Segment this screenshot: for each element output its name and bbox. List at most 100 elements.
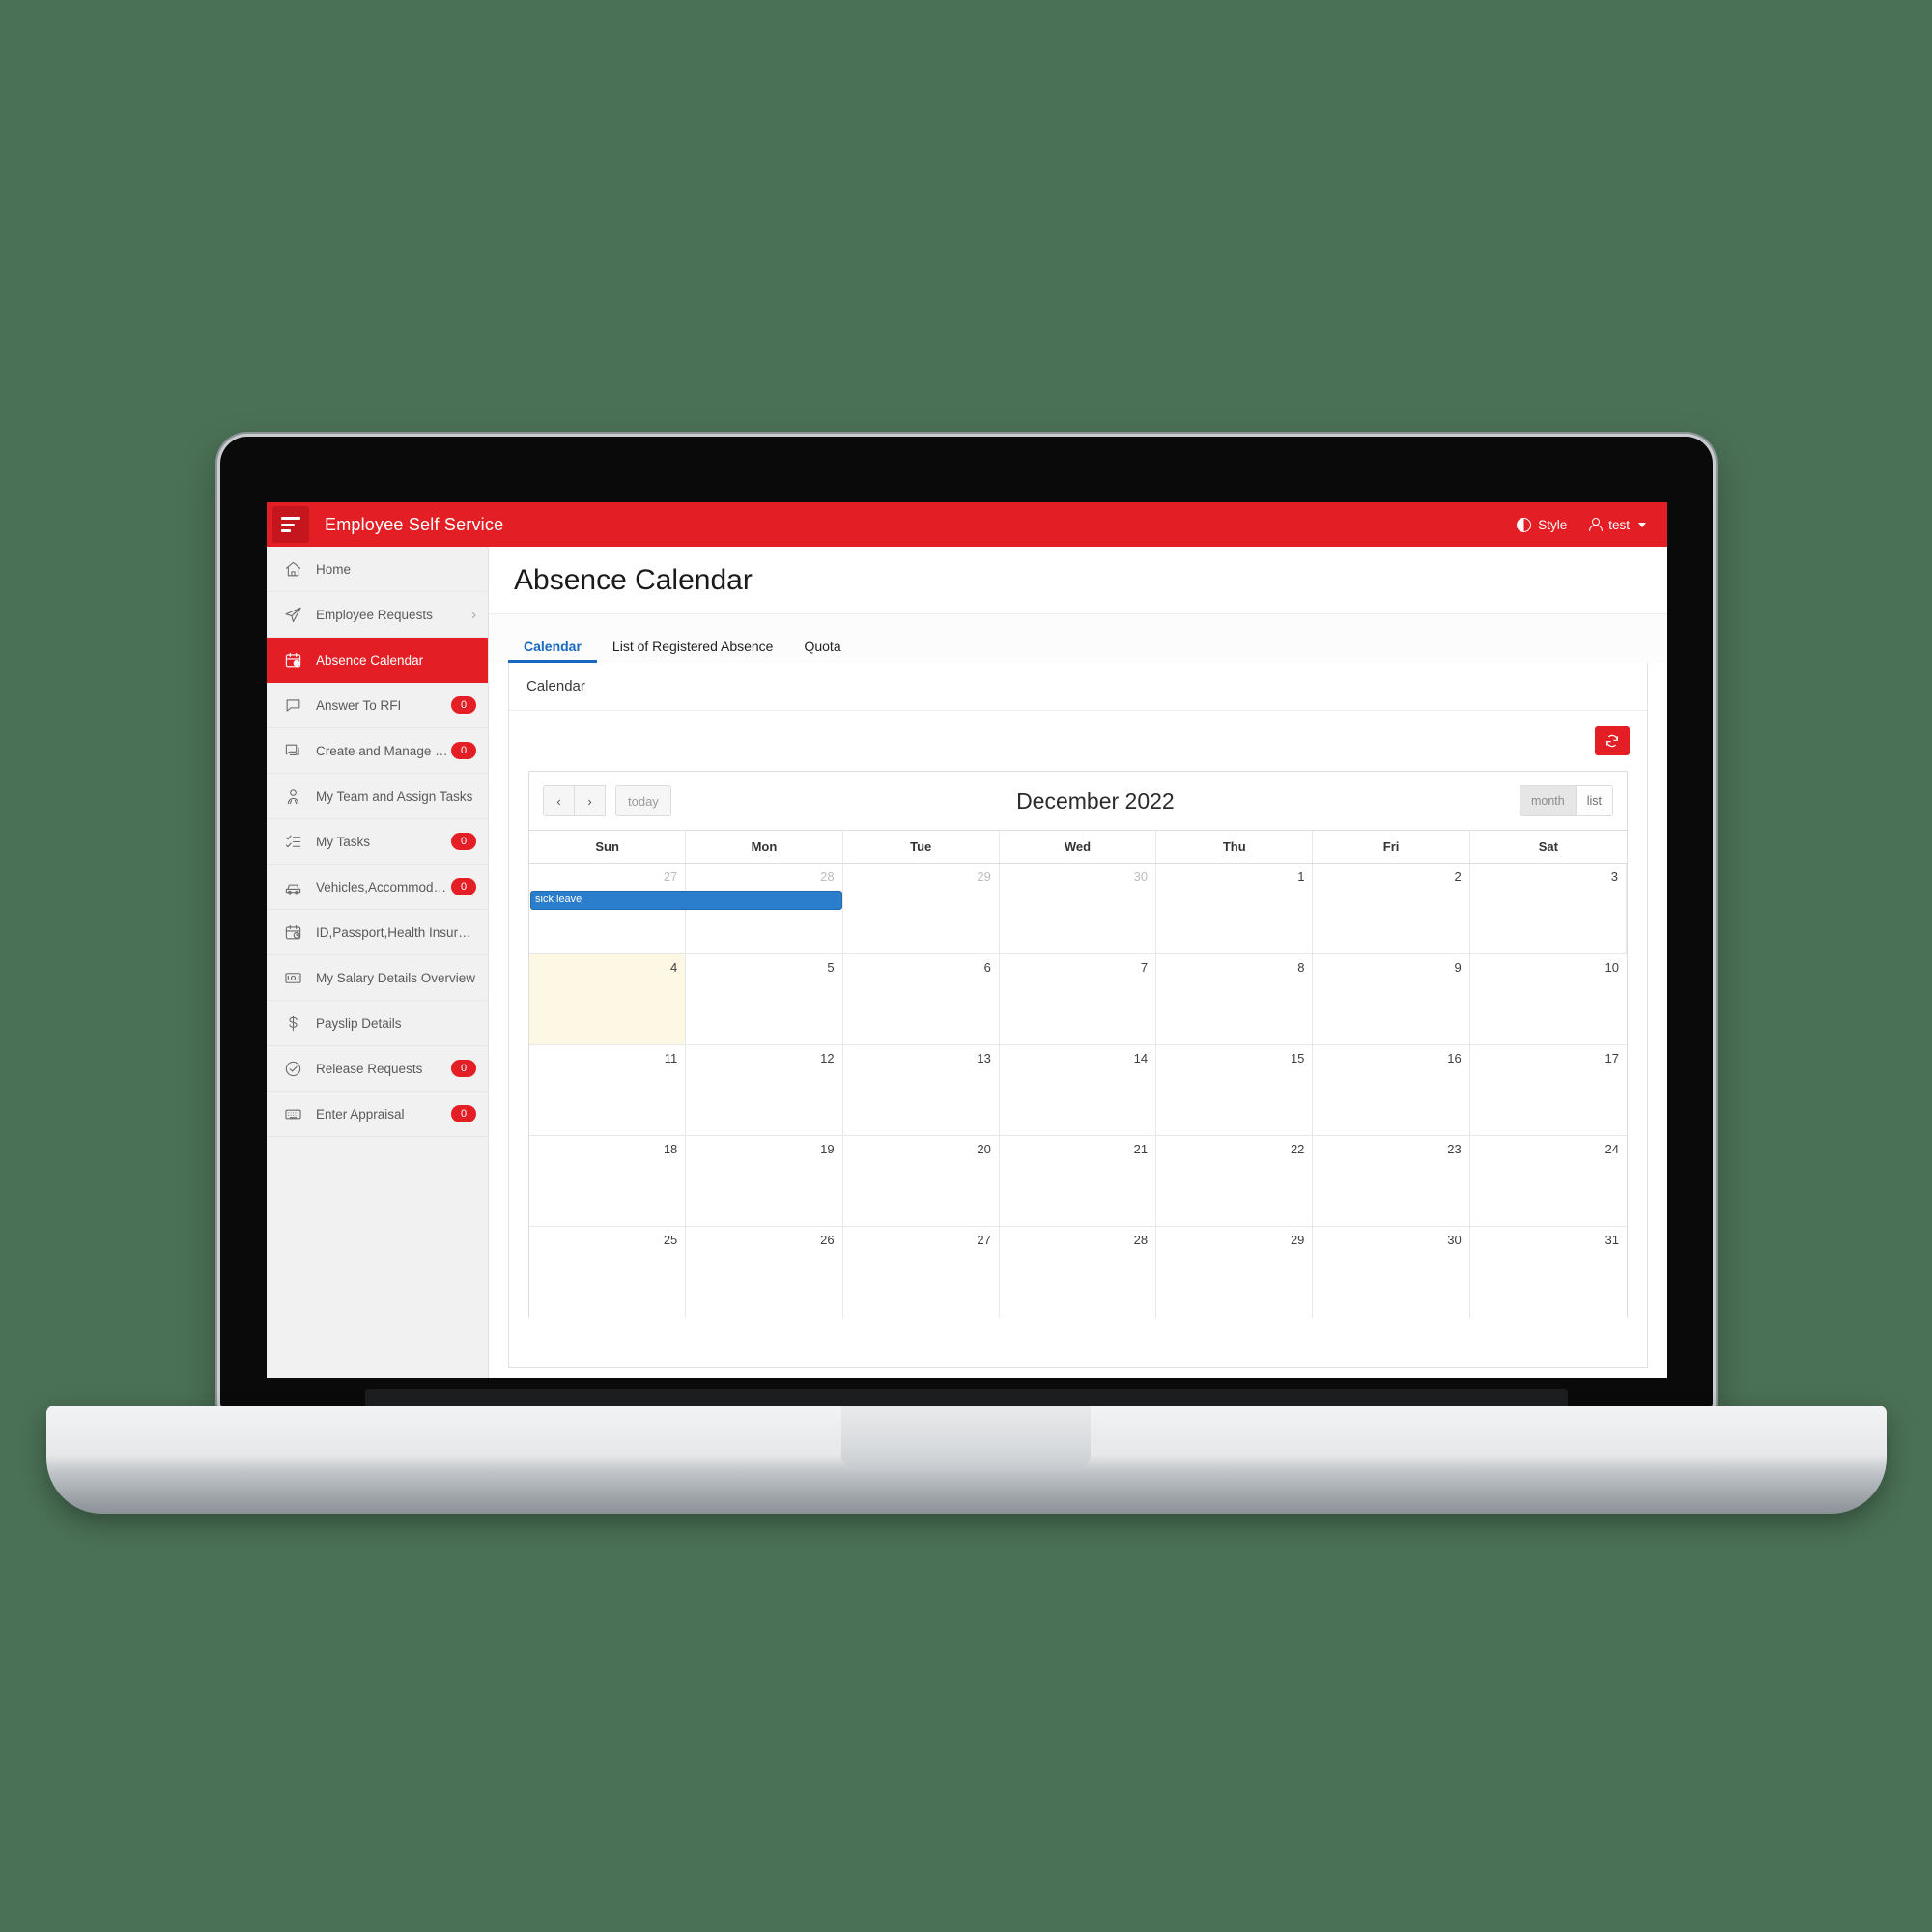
calendar-day-cell[interactable]: 9: [1313, 954, 1470, 1044]
calendar-day-cell[interactable]: 16: [1313, 1045, 1470, 1135]
calendar-day-number: 29: [977, 869, 991, 884]
sidebar-item-badge: 0: [451, 742, 476, 759]
send-icon: [282, 604, 303, 625]
calendar-day-number: 20: [977, 1142, 991, 1156]
sidebar-item-label: Vehicles,Accommodation a...: [316, 879, 451, 895]
refresh-button[interactable]: [1595, 726, 1630, 755]
sidebar-item-employee-requests[interactable]: Employee Requests ›: [267, 592, 488, 638]
calendar-day-cell[interactable]: 14: [1000, 1045, 1157, 1135]
keyboard-icon: [282, 1103, 303, 1124]
calendar-day-number: 13: [977, 1051, 991, 1065]
calendar-day-cell[interactable]: 5: [686, 954, 843, 1044]
sidebar-item-label: My Tasks: [316, 834, 371, 849]
calendar-day-number: 15: [1290, 1051, 1305, 1065]
sidebar-item-label: My Salary Details Overview: [316, 970, 476, 985]
calendar-day-cell[interactable]: 25: [529, 1227, 687, 1318]
calendar-day-cell[interactable]: 4: [529, 954, 687, 1044]
sidebar-item-absence-calendar[interactable]: Absence Calendar: [267, 638, 488, 683]
calendar-day-cell[interactable]: 10: [1470, 954, 1627, 1044]
calendar-day-cell[interactable]: 6: [843, 954, 1000, 1044]
sidebar-item-my-tasks[interactable]: My Tasks 0: [267, 819, 488, 865]
sidebar-item-vehicles-accommodation-a[interactable]: Vehicles,Accommodation a...0: [267, 865, 488, 910]
calendar-day-cell[interactable]: 1: [1156, 864, 1314, 953]
calendar-day-cell[interactable]: 2: [1313, 864, 1470, 953]
calendar-day-number: 11: [664, 1051, 678, 1065]
sidebar-item-badge: 0: [451, 1060, 476, 1077]
calendar-day-cell[interactable]: 31: [1470, 1227, 1627, 1318]
calendar-day-number: 1: [1297, 869, 1305, 884]
sidebar-item-id-passport-health-insuracne[interactable]: ID,Passport,Health Insuracne...: [267, 910, 488, 955]
calendar-event[interactable]: sick leave: [530, 891, 842, 910]
tab-quota[interactable]: Quota: [788, 639, 856, 663]
calendar-day-cell[interactable]: 15: [1156, 1045, 1314, 1135]
calendar-day-number: 8: [1297, 960, 1305, 975]
calendar-day-cell[interactable]: 23: [1313, 1136, 1470, 1226]
sidebar-item-my-salary-details-overview[interactable]: My Salary Details Overview: [267, 955, 488, 1001]
calendar-day-cell[interactable]: 21: [1000, 1136, 1157, 1226]
calendar-day-number: 17: [1605, 1051, 1619, 1065]
calendar-day-cell[interactable]: 3: [1470, 864, 1627, 953]
calendar-day-cell[interactable]: 12: [686, 1045, 843, 1135]
calendar-view-month-button[interactable]: month: [1519, 785, 1577, 816]
calendar-day-number: 31: [1605, 1233, 1619, 1247]
sidebar-item-badge: 0: [451, 1105, 476, 1122]
sidebar-item-enter-appraisal[interactable]: Enter Appraisal 0: [267, 1092, 488, 1137]
calendar-day-cell[interactable]: 8: [1156, 954, 1314, 1044]
sidebar-item-create-and-manage-rfi[interactable]: Create and Manage RFI 0: [267, 728, 488, 774]
calendar-panel: Calendar ‹ › today December 2022 month l…: [508, 663, 1648, 1368]
style-button[interactable]: Style: [1517, 517, 1567, 532]
calendar-day-cell[interactable]: 20: [843, 1136, 1000, 1226]
calendar-day-cell[interactable]: 18: [529, 1136, 687, 1226]
contrast-icon: [1517, 517, 1532, 532]
calendar-day-cell[interactable]: 30: [1313, 1227, 1470, 1318]
calendar-day-number: 19: [820, 1142, 835, 1156]
calendar-day-number: 22: [1290, 1142, 1305, 1156]
calendar-view-list-button[interactable]: list: [1575, 785, 1613, 816]
calendar-day-cell[interactable]: 29: [1156, 1227, 1314, 1318]
home-icon: [282, 558, 303, 580]
calendar-day-cell[interactable]: 17: [1470, 1045, 1627, 1135]
sidebar-item-home[interactable]: Home: [267, 547, 488, 592]
calendar-day-cell[interactable]: 28: [1000, 1227, 1157, 1318]
sidebar: Home Employee Requests › Absence Calendar An…: [267, 547, 489, 1378]
calendar-day-cell[interactable]: 13: [843, 1045, 1000, 1135]
calendar-day-cell[interactable]: 11: [529, 1045, 687, 1135]
sidebar-item-answer-to-rfi[interactable]: Answer To RFI 0: [267, 683, 488, 728]
calendar-day-cell[interactable]: 24: [1470, 1136, 1627, 1226]
calendar-day-cell[interactable]: 22: [1156, 1136, 1314, 1226]
panel-title: Calendar: [509, 663, 1647, 711]
calendar-day-number: 18: [663, 1142, 678, 1156]
calendar-day-cell[interactable]: 29: [843, 864, 1000, 953]
sidebar-item-release-requests[interactable]: Release Requests 0: [267, 1046, 488, 1092]
prev-month-button[interactable]: ‹: [543, 785, 575, 816]
tab-calendar[interactable]: Calendar: [508, 639, 597, 663]
calendar-dow-header: Mon: [686, 831, 843, 864]
calendar-day-cell[interactable]: 7: [1000, 954, 1157, 1044]
calendar-grid: 27 28 29 30 1 2 3 sick leave 4 5 6 7 8 9 10 11 12 13 14 15 1…: [529, 864, 1627, 1318]
calendar-day-number: 21: [1133, 1142, 1149, 1156]
sidebar-item-label: Enter Appraisal: [316, 1106, 405, 1122]
sidebar-item-badge: 0: [451, 696, 476, 714]
calendar-dow-header: Fri: [1313, 831, 1470, 864]
refresh-icon: [1606, 734, 1618, 748]
sidebar-item-my-team-and-assign-tasks[interactable]: My Team and Assign Tasks: [267, 774, 488, 819]
calendar-day-cell[interactable]: 30: [1000, 864, 1157, 953]
calendar-day-number: 2: [1454, 869, 1462, 884]
calendar-day-cell[interactable]: 27: [843, 1227, 1000, 1318]
sidebar-item-payslip-details[interactable]: Payslip Details: [267, 1001, 488, 1046]
chat-bubble-icon: [282, 695, 303, 716]
calendar-day-number: 30: [1133, 869, 1149, 884]
today-button[interactable]: today: [615, 785, 671, 816]
browser-viewport: Employee Self Service Style test Home Emp…: [267, 502, 1667, 1378]
calendar-week-row: 25 26 27 28 29 30 31: [529, 1227, 1627, 1318]
next-month-button[interactable]: ›: [574, 785, 606, 816]
tab-list-of-registered-absence[interactable]: List of Registered Absence: [597, 639, 789, 663]
calendar-day-number: 12: [820, 1051, 835, 1065]
calendar-day-cell[interactable]: 26: [686, 1227, 843, 1318]
calendar-day-cell[interactable]: 19: [686, 1136, 843, 1226]
user-menu[interactable]: test: [1588, 517, 1646, 532]
calendar-day-number: 27: [977, 1233, 991, 1247]
hamburger-icon[interactable]: [272, 506, 309, 543]
fullcalendar: ‹ › today December 2022 month list Sun Mon…: [528, 771, 1628, 1318]
calendar-day-number: 16: [1447, 1051, 1462, 1065]
